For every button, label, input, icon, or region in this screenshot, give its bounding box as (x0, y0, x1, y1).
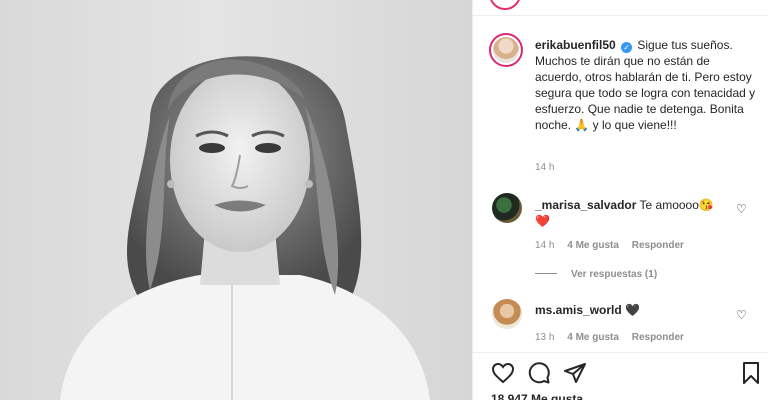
commenter-avatar[interactable] (492, 193, 522, 223)
header-avatar-ring[interactable] (489, 0, 521, 10)
comment-like-icon[interactable]: ♡ (736, 202, 747, 216)
like-count[interactable]: 18.947 Me gusta (491, 392, 583, 400)
bookmark-icon[interactable] (739, 361, 763, 385)
share-icon[interactable] (563, 361, 587, 385)
comment-meta: 14 h 4 Me gusta Responder (535, 240, 694, 251)
view-replies-button[interactable]: Ver respuestas (1) (535, 269, 657, 280)
comment-icon[interactable] (527, 361, 551, 385)
comment-body: ms.amis_world 🖤 (535, 302, 735, 318)
view-replies-label: Ver respuestas (1) (571, 269, 658, 280)
author-username[interactable]: erikabuenfil50 (535, 38, 616, 52)
caption-text: Sigue tus sueños. Muchos te dirán que no… (535, 38, 756, 132)
comment-text: Te amoooo😘 (639, 198, 714, 212)
comment-time[interactable]: 13 h (535, 332, 554, 343)
comment-meta: 13 h 4 Me gusta Responder (535, 332, 694, 343)
comment-text: 🖤 (625, 303, 640, 317)
post-caption: erikabuenfil50 ✓ Sigue tus sueños. Mucho… (535, 37, 757, 133)
comment-emoji: ❤️ (535, 214, 550, 228)
post-side-panel: erikabuenfil50 ✓ Sigue tus sueños. Mucho… (472, 0, 768, 400)
header-divider (473, 15, 768, 16)
caption-time: 14 h (535, 162, 555, 173)
author-avatar[interactable] (489, 33, 523, 67)
comment-likes[interactable]: 4 Me gusta (567, 332, 619, 343)
comment-body: _marisa_salvador Te amoooo😘 ❤️ (535, 197, 735, 229)
actions-divider (473, 352, 768, 353)
reply-button[interactable]: Responder (632, 332, 684, 343)
portrait-illustration (60, 56, 430, 400)
commenter-username[interactable]: ms.amis_world (535, 303, 622, 317)
commenter-username[interactable]: _marisa_salvador (535, 198, 636, 212)
post-photo[interactable] (0, 0, 472, 400)
reply-button[interactable]: Responder (632, 240, 684, 251)
verified-badge-icon: ✓ (621, 42, 633, 53)
comment-likes[interactable]: 4 Me gusta (567, 240, 619, 251)
commenter-avatar[interactable] (492, 299, 522, 329)
post-action-bar (491, 361, 763, 385)
heart-icon[interactable] (491, 361, 515, 385)
comment-time[interactable]: 14 h (535, 240, 554, 251)
comment-like-icon[interactable]: ♡ (736, 308, 747, 322)
